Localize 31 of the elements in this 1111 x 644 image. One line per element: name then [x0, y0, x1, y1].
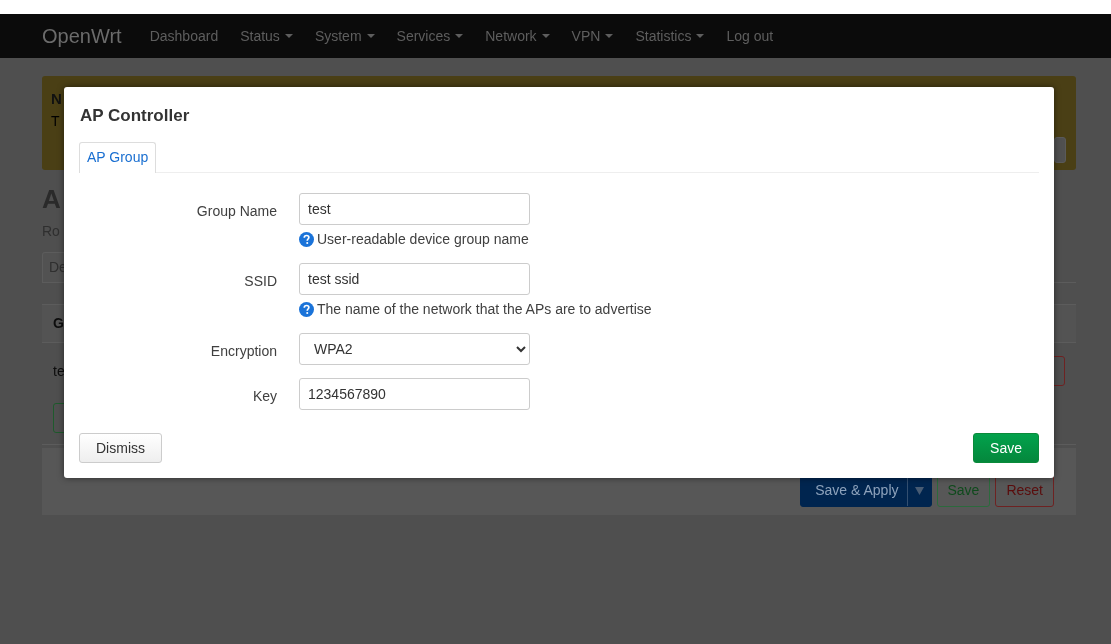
field-label: Group Name	[196, 202, 277, 219]
nav-link[interactable]: Services	[396, 25, 464, 47]
help-icon	[299, 231, 314, 247]
nav-link[interactable]: Dashboard	[149, 25, 219, 47]
field-label: SSID	[244, 272, 277, 289]
input-field[interactable]: 1234567890	[299, 377, 530, 410]
save-button[interactable]: Save	[973, 433, 1039, 463]
brand-logo[interactable]: OpenWrt	[42, 21, 122, 51]
nav-link[interactable]: System	[314, 25, 375, 47]
modal-title: AP Controller	[80, 105, 191, 127]
notice-text: T	[51, 111, 61, 131]
field-label: Key	[252, 387, 277, 404]
nav-link[interactable]: Status	[240, 25, 293, 47]
tab[interactable]: AP Group	[79, 141, 157, 173]
help-text: The name of the network that the APs are to advertise	[317, 299, 652, 319]
nav-link[interactable]: Network	[485, 25, 550, 47]
notice-title: N	[51, 89, 62, 109]
dismiss-button[interactable]: Dismiss	[79, 433, 162, 463]
input-field[interactable]	[1054, 137, 1066, 163]
column-header: G	[53, 314, 64, 333]
nav-link[interactable]: VPN	[571, 25, 614, 47]
nav-link[interactable]: Statistics	[635, 25, 705, 47]
field-label: Encryption	[210, 342, 277, 359]
help-icon	[299, 301, 314, 317]
input-field[interactable]: test ssid	[299, 262, 530, 295]
nav-link[interactable]: Log out	[726, 25, 774, 47]
caret-icon	[914, 486, 924, 495]
help-text: User-readable device group name	[317, 229, 529, 249]
input-field[interactable]: test	[299, 192, 530, 225]
table-cell-text: te	[53, 361, 65, 381]
select-field[interactable]: WPA2	[299, 332, 530, 365]
